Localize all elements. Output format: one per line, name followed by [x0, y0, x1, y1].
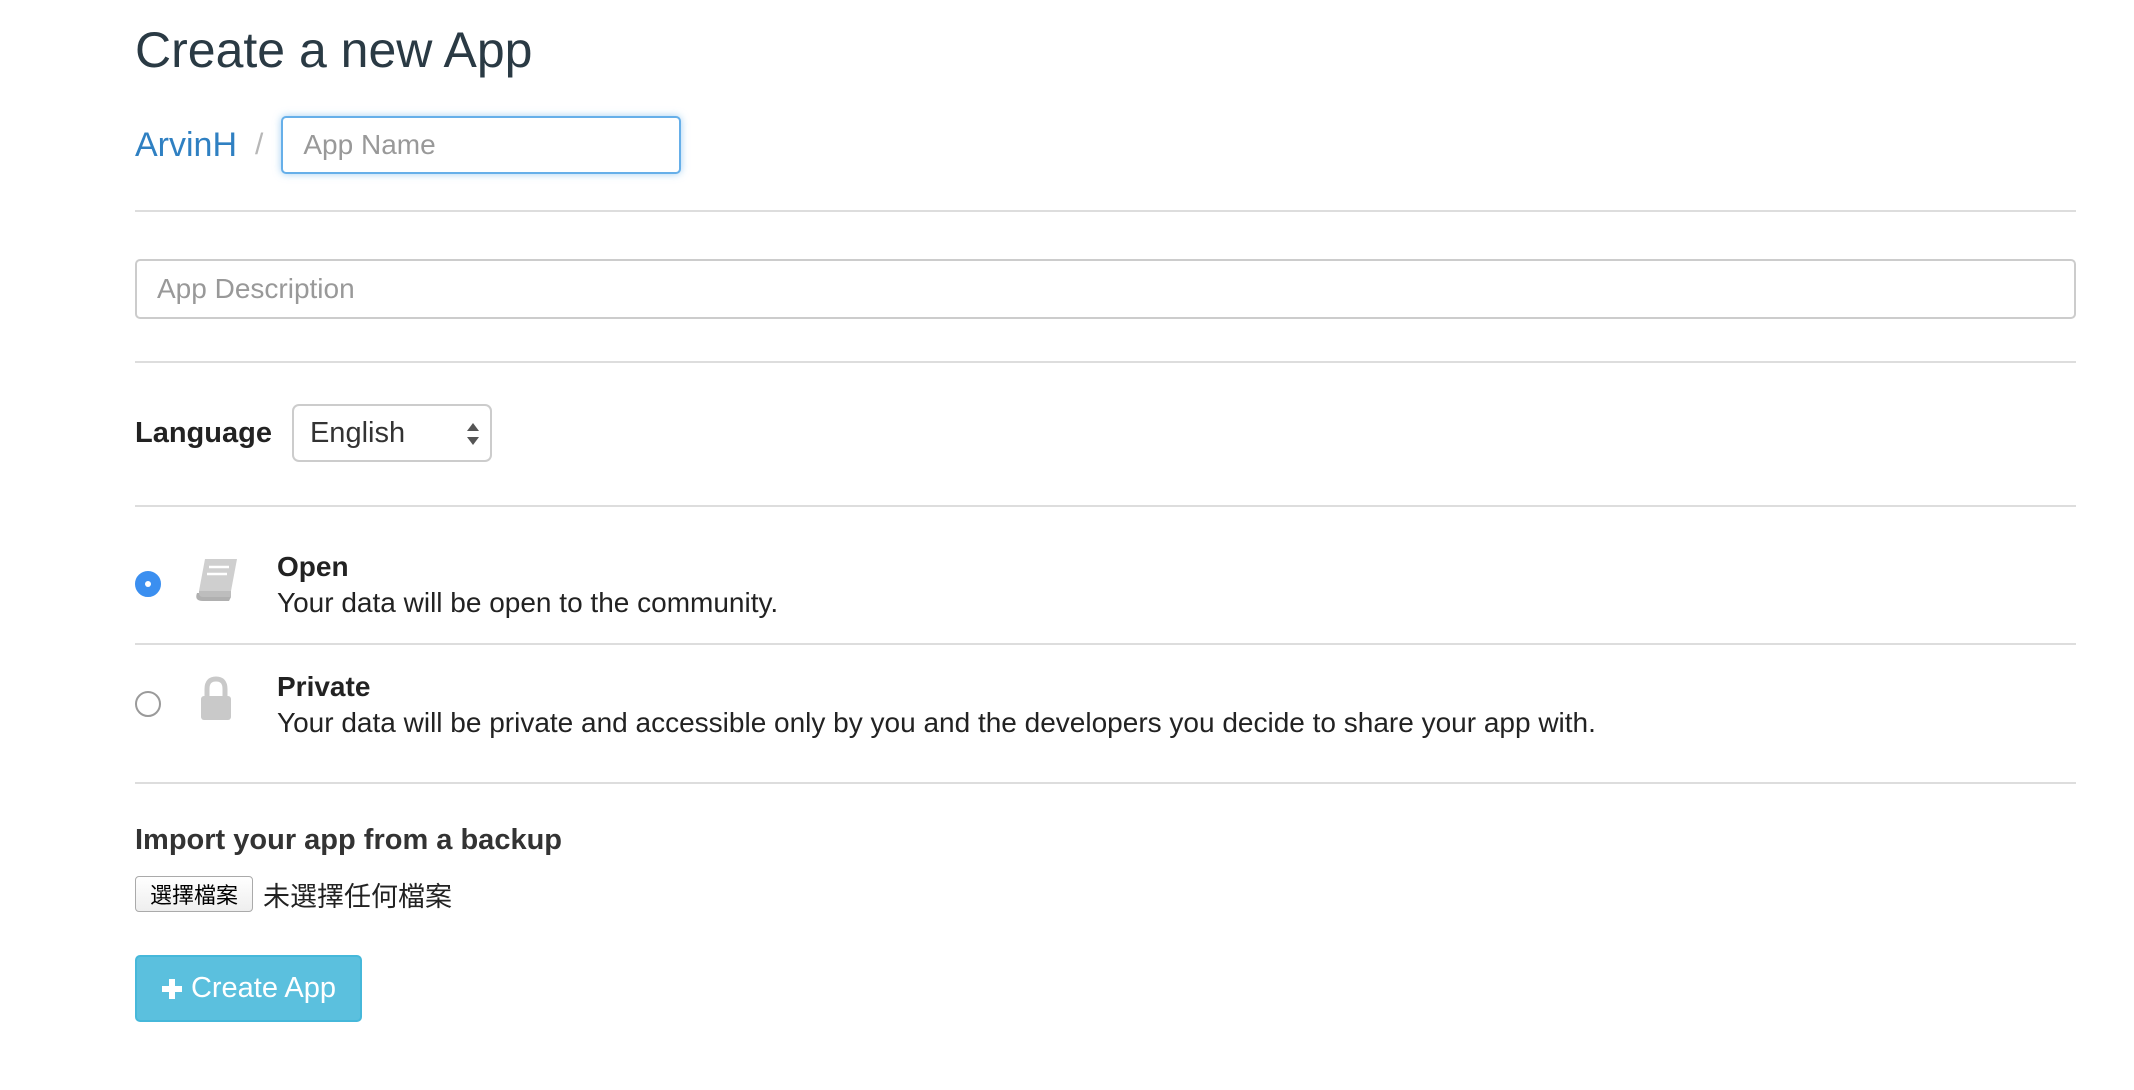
- visibility-option-open[interactable]: Open Your data will be open to the commu…: [135, 547, 2076, 618]
- page-title: Create a new App: [135, 22, 533, 78]
- app-name-input[interactable]: [281, 116, 682, 174]
- option-title: Private: [277, 671, 371, 702]
- radio-private[interactable]: [135, 691, 161, 717]
- option-description: Your data will be open to the community.: [277, 587, 779, 618]
- divider: [135, 361, 2076, 363]
- lock-icon: [201, 676, 231, 720]
- choose-file-button[interactable]: 選擇檔案: [135, 876, 254, 912]
- file-input[interactable]: 選擇檔案 未選擇任何檔案: [135, 874, 452, 914]
- select-arrows-icon: [466, 423, 479, 445]
- language-label: Language: [135, 416, 272, 449]
- owner-link[interactable]: ArvinH: [135, 126, 237, 165]
- app-description-input[interactable]: [135, 259, 2076, 319]
- language-selected-value: English: [309, 416, 406, 449]
- language-select[interactable]: English: [291, 404, 492, 462]
- option-description: Your data will be private and accessible…: [277, 707, 1596, 738]
- visibility-option-private[interactable]: Private Your data will be private and ac…: [135, 667, 2076, 738]
- create-app-button[interactable]: Create App: [135, 955, 362, 1022]
- book-icon: [196, 559, 237, 601]
- radio-open[interactable]: [135, 571, 161, 597]
- divider: [135, 505, 2076, 507]
- divider: [135, 210, 2076, 212]
- create-app-page: Create a new App ArvinH / Language Engli…: [0, 0, 2134, 1090]
- divider: [135, 782, 2076, 784]
- path-separator: /: [255, 128, 264, 161]
- create-app-label: Create App: [190, 972, 337, 1004]
- option-title: Open: [277, 551, 349, 582]
- file-status: 未選擇任何檔案: [263, 881, 453, 913]
- import-label: Import your app from a backup: [135, 824, 562, 856]
- language-row: Language English: [135, 403, 492, 463]
- plus-icon: [161, 978, 182, 999]
- app-name-row: ArvinH /: [135, 114, 682, 176]
- divider: [135, 643, 2076, 645]
